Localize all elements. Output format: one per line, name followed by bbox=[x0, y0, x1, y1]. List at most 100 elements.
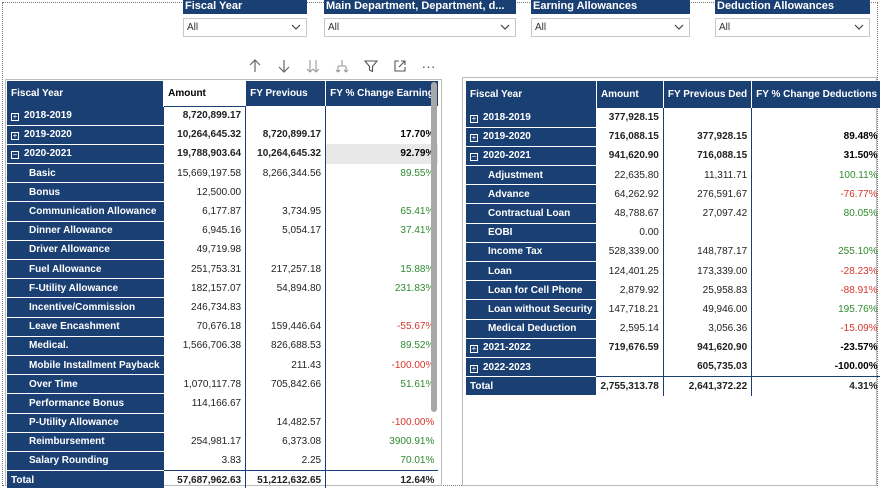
slicer-fiscal-year[interactable]: Fiscal Year All bbox=[183, 0, 307, 40]
row-header[interactable]: F-Utility Allowance bbox=[7, 278, 164, 299]
row-header[interactable]: Income Tax bbox=[466, 242, 597, 263]
expand-icon[interactable]: + bbox=[470, 364, 478, 373]
collapse-icon[interactable]: − bbox=[470, 153, 478, 162]
allowance-row[interactable]: Fuel Allowance 251,753.31 217,257.18 15.88% bbox=[7, 259, 438, 280]
expand-level-button[interactable] bbox=[327, 56, 356, 76]
row-header[interactable]: Advance bbox=[466, 184, 597, 205]
row-header[interactable]: Leave Encashment bbox=[7, 317, 164, 337]
row-header[interactable]: Adjustment bbox=[466, 165, 597, 186]
expand-icon[interactable]: + bbox=[11, 112, 19, 121]
row-header[interactable]: Mobile Installment Payback bbox=[7, 355, 164, 376]
expand-icon[interactable]: + bbox=[470, 134, 478, 143]
row-header[interactable]: +2021-2022 bbox=[466, 338, 597, 358]
expand-icon[interactable]: + bbox=[11, 132, 19, 141]
row-header[interactable]: +2018-2019 bbox=[7, 106, 164, 126]
slicer-dropdown[interactable]: All bbox=[183, 18, 307, 37]
row-header[interactable]: EOBI bbox=[466, 223, 597, 243]
fiscal-year-row[interactable]: +2018-2019 8,720,899.17 bbox=[7, 106, 438, 126]
slicer-earning-allowances[interactable]: Earning Allowances All bbox=[531, 0, 690, 40]
row-header[interactable]: Salary Rounding bbox=[7, 451, 164, 472]
next-level-button[interactable] bbox=[298, 56, 327, 76]
row-header[interactable]: Basic bbox=[7, 163, 164, 184]
slicer-dropdown[interactable]: All bbox=[531, 18, 690, 37]
earnings-matrix-visual[interactable]: Fiscal Year Amount FY Previous FY % Chan… bbox=[5, 79, 442, 488]
fiscal-year-row[interactable]: +2019-2020 716,088.15 377,928.15 89.48% bbox=[466, 127, 880, 147]
row-header[interactable]: Loan without Security bbox=[466, 299, 597, 320]
allowance-row[interactable]: Contractual Loan 48,788.67 27,097.42 80.05% bbox=[466, 203, 880, 224]
row-header[interactable]: Incentive/Commission bbox=[7, 297, 164, 318]
column-header-amount[interactable]: Amount bbox=[163, 81, 247, 107]
allowance-row[interactable]: Leave Encashment 70,676.18 159,446.64 -55.6… bbox=[7, 317, 438, 337]
allowance-row[interactable]: EOBI 0.00 bbox=[466, 223, 880, 243]
column-header-fy-change[interactable]: FY % Change Earning bbox=[325, 81, 439, 106]
allowance-row[interactable]: Basic 15,669,197.58 8,266,344.56 89.55% bbox=[7, 163, 438, 184]
allowance-row[interactable]: Income Tax 528,339.00 148,787.17 255.10% bbox=[466, 242, 880, 263]
allowance-row[interactable]: Driver Allowance 49,719.98 bbox=[7, 240, 438, 261]
allowance-row[interactable]: Medical. 1,566,706.38 826,688.53 89.52% bbox=[7, 336, 438, 356]
allowance-row[interactable]: Reimbursement 254,981.17 6,373.08 3900.91% bbox=[7, 432, 438, 452]
allowance-row[interactable]: Loan 124,401.25 173,339.00 -28.23% bbox=[466, 261, 880, 282]
row-header[interactable]: +2019-2020 bbox=[466, 127, 597, 147]
row-header[interactable]: +2022-2023 bbox=[466, 357, 597, 378]
row-header[interactable]: −2020-2021 bbox=[466, 146, 597, 167]
allowance-row[interactable]: Over Time 1,070,117.78 705,842.66 51.61% bbox=[7, 374, 438, 395]
row-header[interactable]: +2019-2020 bbox=[7, 125, 164, 145]
allowance-row[interactable]: Performance Bonus 114,166.67 bbox=[7, 393, 438, 414]
slicer-deduction-allowances[interactable]: Deduction Allowances All bbox=[715, 0, 870, 40]
allowance-row[interactable]: Communication Allowance 6,177.87 3,734.95 6… bbox=[7, 201, 438, 222]
column-header-amount[interactable]: Amount bbox=[596, 81, 664, 108]
column-header-fiscal-year[interactable]: Fiscal Year bbox=[466, 81, 597, 108]
slicer-department[interactable]: Main Department, Department, d... All bbox=[324, 0, 516, 40]
row-header[interactable]: Bonus bbox=[7, 182, 164, 203]
fiscal-year-row[interactable]: +2022-2023 605,735.03 -100.00% bbox=[466, 357, 880, 378]
drill-up-button[interactable] bbox=[240, 56, 269, 76]
row-header[interactable]: Driver Allowance bbox=[7, 240, 164, 261]
allowance-row[interactable]: P-Utility Allowance 14,482.57 -100.00% bbox=[7, 413, 438, 433]
expand-icon[interactable]: + bbox=[470, 345, 478, 354]
row-header[interactable]: Medical Deduction bbox=[466, 319, 597, 339]
row-header[interactable]: Reimbursement bbox=[7, 432, 164, 452]
column-header-fiscal-year[interactable]: Fiscal Year bbox=[7, 81, 165, 106]
allowance-row[interactable]: F-Utility Allowance 182,157.07 54,894.80 23… bbox=[7, 278, 438, 299]
row-header[interactable]: Fuel Allowance bbox=[7, 259, 164, 280]
allowance-row[interactable]: Medical Deduction 2,595.14 3,056.36 -15.09% bbox=[466, 319, 880, 339]
fiscal-year-row[interactable]: +2019-2020 10,264,645.32 8,720,899.17 17.70… bbox=[7, 125, 438, 145]
fiscal-year-row[interactable]: −2020-2021 941,620.90 716,088.15 31.50% bbox=[466, 146, 880, 167]
allowance-row[interactable]: Adjustment 22,635.80 11,311.71 100.11% bbox=[466, 165, 880, 186]
column-header-fy-previous-ded[interactable]: FY Previous Ded bbox=[663, 81, 753, 108]
row-header[interactable]: Performance Bonus bbox=[7, 393, 164, 414]
collapse-icon[interactable]: − bbox=[11, 151, 19, 160]
row-header[interactable]: +2018-2019 bbox=[466, 108, 597, 128]
expand-icon[interactable]: + bbox=[470, 114, 478, 123]
column-header-fy-previous[interactable]: FY Previous bbox=[245, 81, 327, 106]
allowance-row[interactable]: Bonus 12,500.00 bbox=[7, 182, 438, 203]
focus-mode-button[interactable] bbox=[385, 56, 414, 76]
allowance-row[interactable]: Loan for Cell Phone 2,879.92 25,958.83 -88.… bbox=[466, 280, 880, 301]
row-header[interactable]: Over Time bbox=[7, 374, 164, 395]
column-header-fy-change-deductions[interactable]: FY % Change Deductions bbox=[751, 81, 880, 108]
row-header[interactable]: Contractual Loan bbox=[466, 203, 597, 224]
row-header[interactable]: Loan bbox=[466, 261, 597, 282]
row-header[interactable]: Medical. bbox=[7, 336, 164, 356]
fiscal-year-row[interactable]: −2020-2021 19,788,903.64 10,264,645.32 92.7… bbox=[7, 144, 439, 165]
allowance-row[interactable]: Mobile Installment Payback 211.43 -100.00% bbox=[7, 355, 438, 376]
row-header[interactable]: Dinner Allowance bbox=[7, 221, 164, 241]
allowance-row[interactable]: Salary Rounding 3.83 2.25 70.01% bbox=[7, 451, 438, 472]
row-header[interactable]: Loan for Cell Phone bbox=[466, 280, 597, 301]
more-options-button[interactable]: ··· bbox=[414, 56, 443, 76]
drill-down-button[interactable] bbox=[269, 56, 298, 76]
fiscal-year-row[interactable]: +2021-2022 719,676.59 941,620.90 -23.57% bbox=[466, 338, 880, 358]
allowance-row[interactable]: Advance 64,262.92 276,591.67 -76.77% bbox=[466, 184, 880, 205]
filter-button[interactable] bbox=[356, 56, 385, 76]
allowance-row[interactable]: Dinner Allowance 6,945.16 5,054.17 37.41% bbox=[7, 221, 438, 241]
allowance-row[interactable]: Incentive/Commission 246,734.83 bbox=[7, 297, 438, 318]
slicer-dropdown[interactable]: All bbox=[324, 18, 516, 37]
allowance-row[interactable]: Loan without Security 147,718.21 49,946.00… bbox=[466, 299, 880, 320]
vertical-scrollbar[interactable] bbox=[431, 82, 437, 412]
slicer-dropdown[interactable]: All bbox=[715, 18, 870, 37]
row-header[interactable]: P-Utility Allowance bbox=[7, 413, 164, 433]
row-header[interactable]: Communication Allowance bbox=[7, 201, 164, 222]
fiscal-year-row[interactable]: +2018-2019 377,928.15 bbox=[466, 108, 880, 128]
row-header[interactable]: −2020-2021 bbox=[7, 144, 164, 165]
deductions-matrix-visual[interactable]: Fiscal Year Amount FY Previous Ded FY % … bbox=[462, 77, 880, 486]
